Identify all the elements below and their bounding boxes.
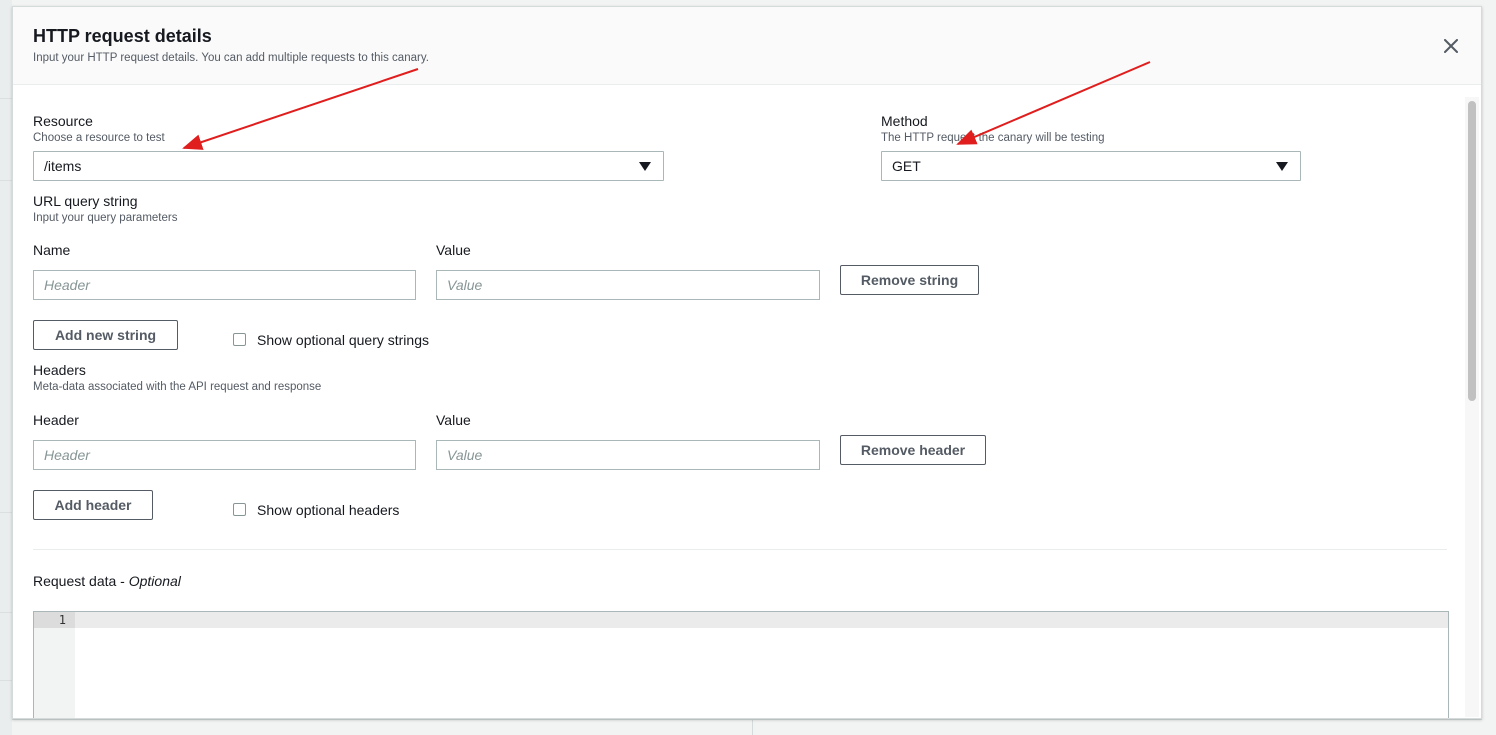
resource-label: Resource xyxy=(33,113,93,129)
header-value-label: Value xyxy=(436,412,471,428)
remove-string-button[interactable]: Remove string xyxy=(840,265,979,295)
query-string-description: Input your query parameters xyxy=(33,212,178,224)
modal-description: Input your HTTP request details. You can… xyxy=(33,52,429,64)
query-value-label: Value xyxy=(436,242,471,258)
method-select[interactable]: GET xyxy=(881,151,1301,181)
headers-description: Meta-data associated with the API reques… xyxy=(33,381,322,393)
header-name-label: Header xyxy=(33,412,79,428)
show-optional-query-strings-checkbox[interactable] xyxy=(233,333,246,346)
resource-select-value: /items xyxy=(44,158,82,174)
method-description: The HTTP request the canary will be test… xyxy=(881,132,1105,144)
query-name-input[interactable] xyxy=(33,270,416,300)
background-line xyxy=(0,180,12,181)
close-button[interactable] xyxy=(1438,33,1464,59)
method-label: Method xyxy=(881,113,928,129)
background-divider xyxy=(752,719,753,735)
show-optional-query-strings-label: Show optional query strings xyxy=(257,332,429,348)
method-select-value: GET xyxy=(892,158,921,174)
caret-down-icon xyxy=(1276,162,1288,171)
show-optional-headers-label: Show optional headers xyxy=(257,502,400,518)
caret-down-icon xyxy=(639,162,651,171)
scrollbar-thumb[interactable] xyxy=(1468,101,1476,401)
editor-line-number: 1 xyxy=(58,613,66,627)
request-data-label-text: Request data - xyxy=(33,573,129,589)
remove-header-button[interactable]: Remove header xyxy=(840,435,986,465)
background-line xyxy=(0,680,12,681)
background-line xyxy=(0,612,12,613)
query-value-input[interactable] xyxy=(436,270,820,300)
resource-description: Choose a resource to test xyxy=(33,132,165,144)
close-icon xyxy=(1444,39,1458,53)
editor-gutter xyxy=(34,612,75,718)
background-line xyxy=(0,98,12,99)
http-request-details-modal: HTTP request details Input your HTTP req… xyxy=(12,6,1482,719)
headers-label: Headers xyxy=(33,362,86,378)
resource-select[interactable]: /items xyxy=(33,151,664,181)
request-data-editor[interactable]: 1 xyxy=(33,611,1449,718)
show-optional-headers-checkbox[interactable] xyxy=(233,503,246,516)
background-left-strip xyxy=(0,0,12,735)
background-bottom-bar xyxy=(12,719,1482,735)
header-value-input[interactable] xyxy=(436,440,820,470)
add-header-button[interactable]: Add header xyxy=(33,490,153,520)
request-data-optional: Optional xyxy=(128,573,181,589)
header-name-input[interactable] xyxy=(33,440,416,470)
request-data-label: Request data - Optional xyxy=(33,573,181,589)
background-line xyxy=(0,512,12,513)
modal-title: HTTP request details xyxy=(33,26,212,46)
query-string-label: URL query string xyxy=(33,193,138,209)
section-divider xyxy=(33,549,1447,550)
query-name-label: Name xyxy=(33,242,71,258)
modal-header: HTTP request details Input your HTTP req… xyxy=(13,7,1481,85)
add-new-string-button[interactable]: Add new string xyxy=(33,320,178,350)
editor-active-line xyxy=(75,612,1448,628)
